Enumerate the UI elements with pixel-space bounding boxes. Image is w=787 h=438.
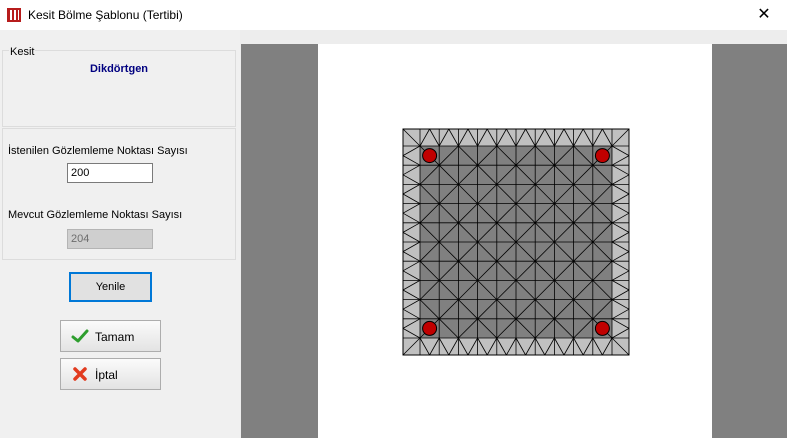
section-group-label: Kesit [9,46,36,58]
section-group: Kesit Dikdörtgen [2,46,236,127]
ok-button-label: Tamam [95,330,135,344]
points-group: İstenilen Gözlemleme Noktası Sayısı Mevc… [2,128,236,260]
current-points-input [67,229,153,249]
cancel-button-label: İptal [95,368,118,382]
app-icon [7,8,21,22]
refresh-button[interactable]: Yenile [69,272,152,302]
section-preview-canvas [241,44,787,438]
ok-button[interactable]: Tamam [60,320,161,352]
preview-panel [240,30,787,438]
rebar-circle [594,320,610,336]
section-type-name: Dikdörtgen [89,63,149,75]
title-bar: Kesit Bölme Şablonu (Tertibi) ✕ [0,0,787,30]
rebar-circle [594,148,610,164]
current-points-label: Mevcut Gözlemleme Noktası Sayısı [8,209,183,221]
close-icon[interactable]: ✕ [741,0,787,30]
requested-points-input[interactable] [67,163,153,183]
left-panel: Kesit Dikdörtgen İstenilen Gözlemleme No… [0,30,240,438]
requested-points-label: İstenilen Gözlemleme Noktası Sayısı [8,145,188,157]
rebar-circle [422,320,438,336]
check-icon [71,329,89,343]
window-title: Kesit Bölme Şablonu (Tertibi) [28,8,183,22]
x-icon [73,367,87,381]
cancel-button[interactable]: İptal [60,358,161,390]
rebar-circle [422,148,438,164]
